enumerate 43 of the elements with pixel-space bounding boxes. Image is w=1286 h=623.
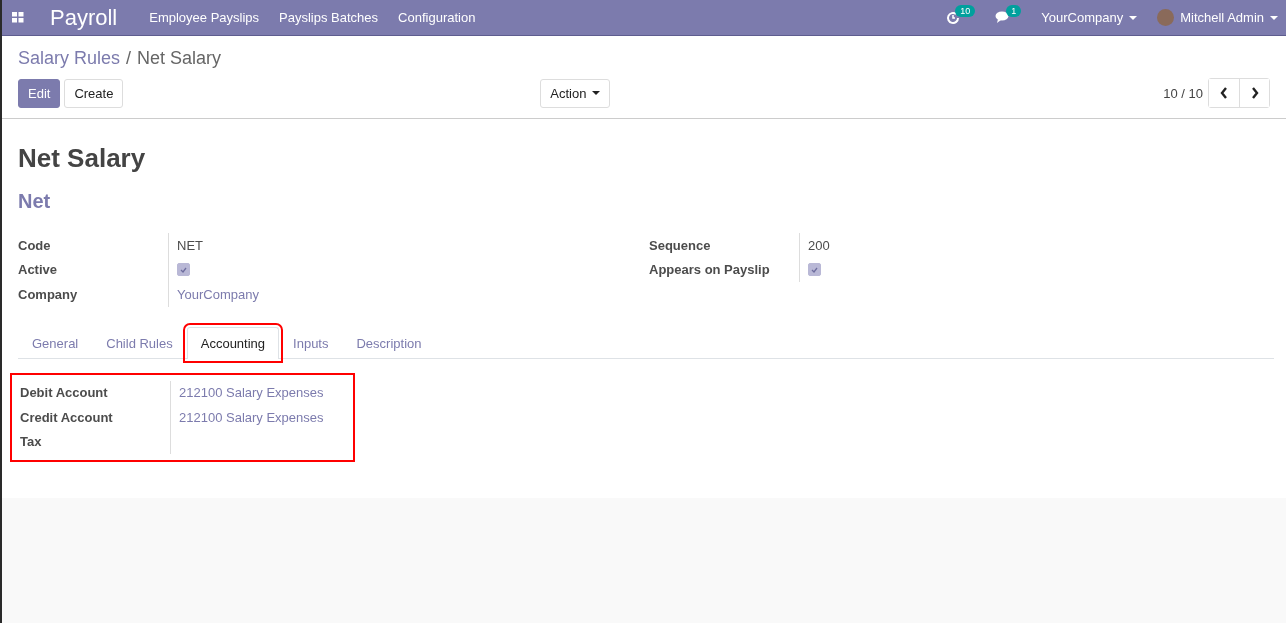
- edit-button[interactable]: Edit: [18, 78, 61, 108]
- field-label: Sequence: [649, 237, 712, 253]
- tab[interactable]: Inputs: [279, 326, 343, 359]
- record-subtitle: Net: [18, 190, 52, 213]
- field-label: Code: [18, 237, 52, 253]
- field-label: Debit Account: [20, 385, 109, 401]
- field-label: Tax: [20, 434, 43, 450]
- chevron-right-icon: [1250, 87, 1259, 99]
- field-label: Appears on Payslip: [649, 262, 771, 278]
- company-switcher[interactable]: YourCompany: [1041, 10, 1138, 25]
- record-title: Net Salary: [18, 143, 147, 174]
- tab[interactable]: Description: [342, 326, 436, 359]
- pager-counter: 10 / 10: [1163, 85, 1203, 101]
- check-icon: [180, 266, 187, 273]
- field-label: Company: [18, 286, 79, 302]
- menu-item[interactable]: Configuration: [398, 10, 476, 25]
- clock-icon[interactable]: [946, 10, 961, 25]
- tab[interactable]: Child Rules: [92, 326, 187, 359]
- field-label: Active: [18, 262, 59, 278]
- next-button[interactable]: [1239, 79, 1269, 107]
- field-link[interactable]: 212100 Salary Expenses: [179, 409, 324, 425]
- user-menu[interactable]: Mitchell Admin: [1157, 9, 1278, 26]
- breadcrumb-link[interactable]: Salary Rules: [18, 48, 121, 69]
- field-link[interactable]: YourCompany: [177, 286, 259, 302]
- checkbox[interactable]: [808, 263, 821, 277]
- action-dropdown[interactable]: Action: [540, 78, 611, 108]
- message-count-badge: 1: [1006, 5, 1022, 17]
- menu-item[interactable]: Employee Payslips: [149, 10, 260, 25]
- tab[interactable]: General: [18, 326, 93, 359]
- check-icon: [811, 266, 818, 273]
- activity-count-badge: 10: [955, 4, 976, 17]
- field-link[interactable]: 212100 Salary Expenses: [179, 385, 324, 401]
- app-name: Payroll: [50, 4, 118, 31]
- menu-item[interactable]: Payslips Batches: [279, 10, 379, 25]
- breadcrumb-separator: /: [126, 48, 132, 69]
- apps-grid-icon[interactable]: [12, 12, 24, 23]
- create-button[interactable]: Create: [64, 78, 124, 108]
- checkbox[interactable]: [177, 263, 190, 277]
- field-label: Credit Account: [20, 409, 114, 425]
- chevron-left-icon: [1220, 87, 1228, 99]
- breadcrumb-current: Net Salary: [137, 48, 222, 69]
- field-value: NET: [177, 237, 203, 253]
- field-value: 200: [808, 237, 830, 253]
